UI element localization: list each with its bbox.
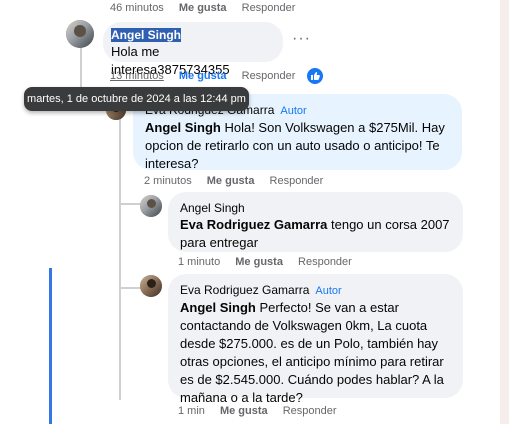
highlight-bar [49, 268, 52, 424]
avatar[interactable] [66, 20, 94, 48]
comment-actions: 13 minutos Me gusta Responder [110, 70, 307, 82]
reply-button[interactable]: Responder [242, 70, 296, 82]
like-button[interactable]: Me gusta [235, 256, 283, 268]
scrollbar-track[interactable] [500, 0, 509, 424]
more-options-icon[interactable]: ··· [292, 30, 311, 48]
comment-time[interactable]: 13 minutos [110, 70, 164, 82]
avatar[interactable] [140, 275, 162, 297]
mention-link[interactable]: Eva Rodriguez Gamarra [180, 217, 327, 232]
reply-text: Angel Singh Perfecto! Se van a estar con… [180, 300, 444, 405]
thread-line [80, 48, 82, 88]
author-badge: Autor [280, 105, 307, 117]
avatar[interactable] [140, 195, 162, 217]
thread-line [119, 112, 121, 400]
reply-text: Eva Rodriguez Gamarra tengo un corsa 200… [180, 217, 450, 250]
reply-button[interactable]: Responder [283, 405, 337, 417]
comment-actions: 46 minutos Me gusta Responder [110, 2, 307, 14]
like-reaction-icon[interactable] [307, 68, 323, 84]
reply-time[interactable]: 1 minuto [178, 256, 220, 268]
reply-bubble: Eva Rodriguez Gamarra Autor Angel Singh P… [168, 274, 463, 405]
reply-actions: 1 minuto Me gusta Responder [178, 256, 364, 268]
comments-panel: 46 minutos Me gusta Responder Angel Sing… [0, 0, 500, 424]
reply-time[interactable]: 1 min [178, 405, 205, 417]
mention-link[interactable]: Angel Singh [145, 120, 221, 135]
reply-actions: 1 min Me gusta Responder [178, 405, 349, 417]
reply-time[interactable]: 2 minutos [144, 175, 192, 187]
mention-link[interactable]: Angel Singh [180, 300, 256, 315]
reply-actions: 2 minutos Me gusta Responder [144, 175, 335, 187]
comment-time[interactable]: 46 minutos [110, 2, 164, 14]
reply-button[interactable]: Responder [242, 2, 296, 14]
reply-button[interactable]: Responder [298, 256, 352, 268]
thread-connector [119, 287, 141, 289]
like-button[interactable]: Me gusta [179, 2, 227, 14]
reply-bubble: Angel Singh Eva Rodriguez Gamarra tengo … [168, 192, 463, 252]
author-badge: Autor [315, 285, 342, 297]
like-button[interactable]: Me gusta [207, 175, 255, 187]
like-button[interactable]: Me gusta [220, 405, 268, 417]
like-button[interactable]: Me gusta [179, 70, 227, 82]
comment-author[interactable]: Angel Singh [111, 27, 275, 43]
reply-button[interactable]: Responder [270, 175, 324, 187]
thread-connector [119, 203, 141, 205]
reply-author[interactable]: Angel Singh [180, 200, 451, 216]
reply-author[interactable]: Eva Rodriguez GamarraAutor [180, 282, 451, 299]
timestamp-tooltip: martes, 1 de octubre de 2024 a las 12:44… [24, 87, 249, 111]
comment-bubble: Angel Singh Hola me interesa3875734355 [103, 22, 283, 77]
reply-text: Angel Singh Hola! Son Volkswagen a $275M… [145, 120, 445, 171]
